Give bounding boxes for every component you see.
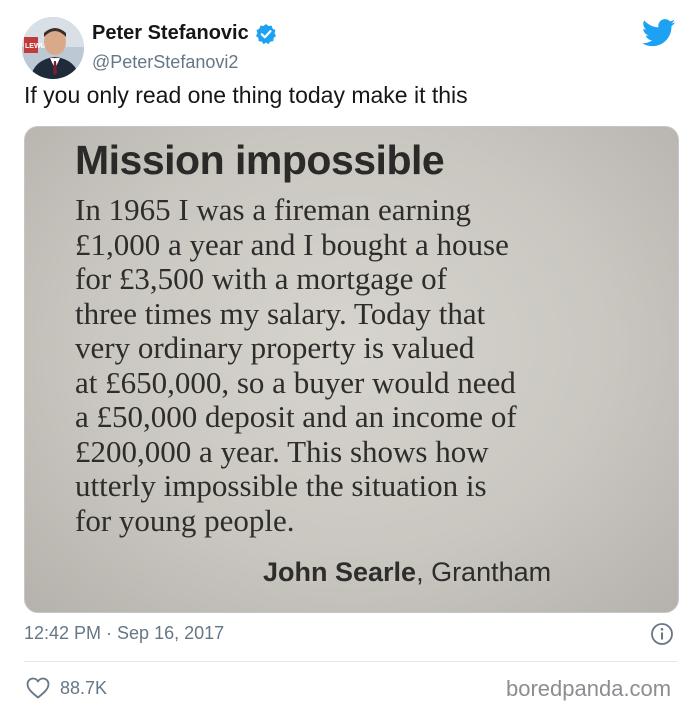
clipping-line: £200,000 a year. This shows how [75, 433, 489, 469]
clipping-line: for £3,500 with a mortgage of [75, 261, 447, 296]
clipping-title: Mission impossible [75, 137, 445, 183]
divider [24, 661, 677, 662]
signature-name: John Searle [263, 557, 417, 587]
author-display-name[interactable]: Peter Stefanovic [92, 22, 249, 45]
clipping-line: In 1965 I was a fireman earning [75, 192, 471, 227]
like-button[interactable]: 88.7K [26, 677, 107, 699]
author-handle[interactable]: @PeterStefanovi2 [92, 52, 238, 73]
tweet-timestamp[interactable]: 12:42 PM · Sep 16, 2017 [24, 623, 224, 644]
like-count: 88.7K [60, 677, 108, 698]
clipping-line: for young people. [75, 502, 295, 538]
clipping-line: utterly impossible the situation is [75, 468, 487, 503]
avatar-photo: LEWU [22, 17, 84, 79]
clipping-signature: John Searle, Grantham [263, 557, 551, 588]
signature-place: , Grantham [416, 557, 552, 587]
clipping-line: at £650,000, so a buyer would need [75, 364, 516, 400]
avatar[interactable]: LEWU [22, 17, 84, 79]
author-name-row: Peter Stefanovic [92, 22, 277, 45]
heart-icon [26, 677, 50, 699]
clipping-line: £1,000 a year and I bought a house [75, 226, 509, 262]
tweet-photo[interactable]: Mission impossible In 1965 I was a firem… [24, 126, 679, 613]
tweet-text: If you only read one thing today make it… [24, 82, 468, 108]
clipping-line: a £50,000 deposit and an income of [75, 399, 517, 434]
info-icon[interactable] [650, 622, 674, 646]
clipping-line: very ordinary property is valued [75, 330, 475, 365]
twitter-bird-icon[interactable] [642, 19, 676, 47]
clipping-body: In 1965 I was a fireman earning £1,000 a… [75, 192, 665, 538]
verified-badge-icon [255, 23, 277, 45]
avatar-badge-text: LEWU [25, 43, 46, 50]
watermark: boredpanda.com [506, 676, 672, 701]
clipping-line: three times my salary. Today that [75, 295, 486, 331]
